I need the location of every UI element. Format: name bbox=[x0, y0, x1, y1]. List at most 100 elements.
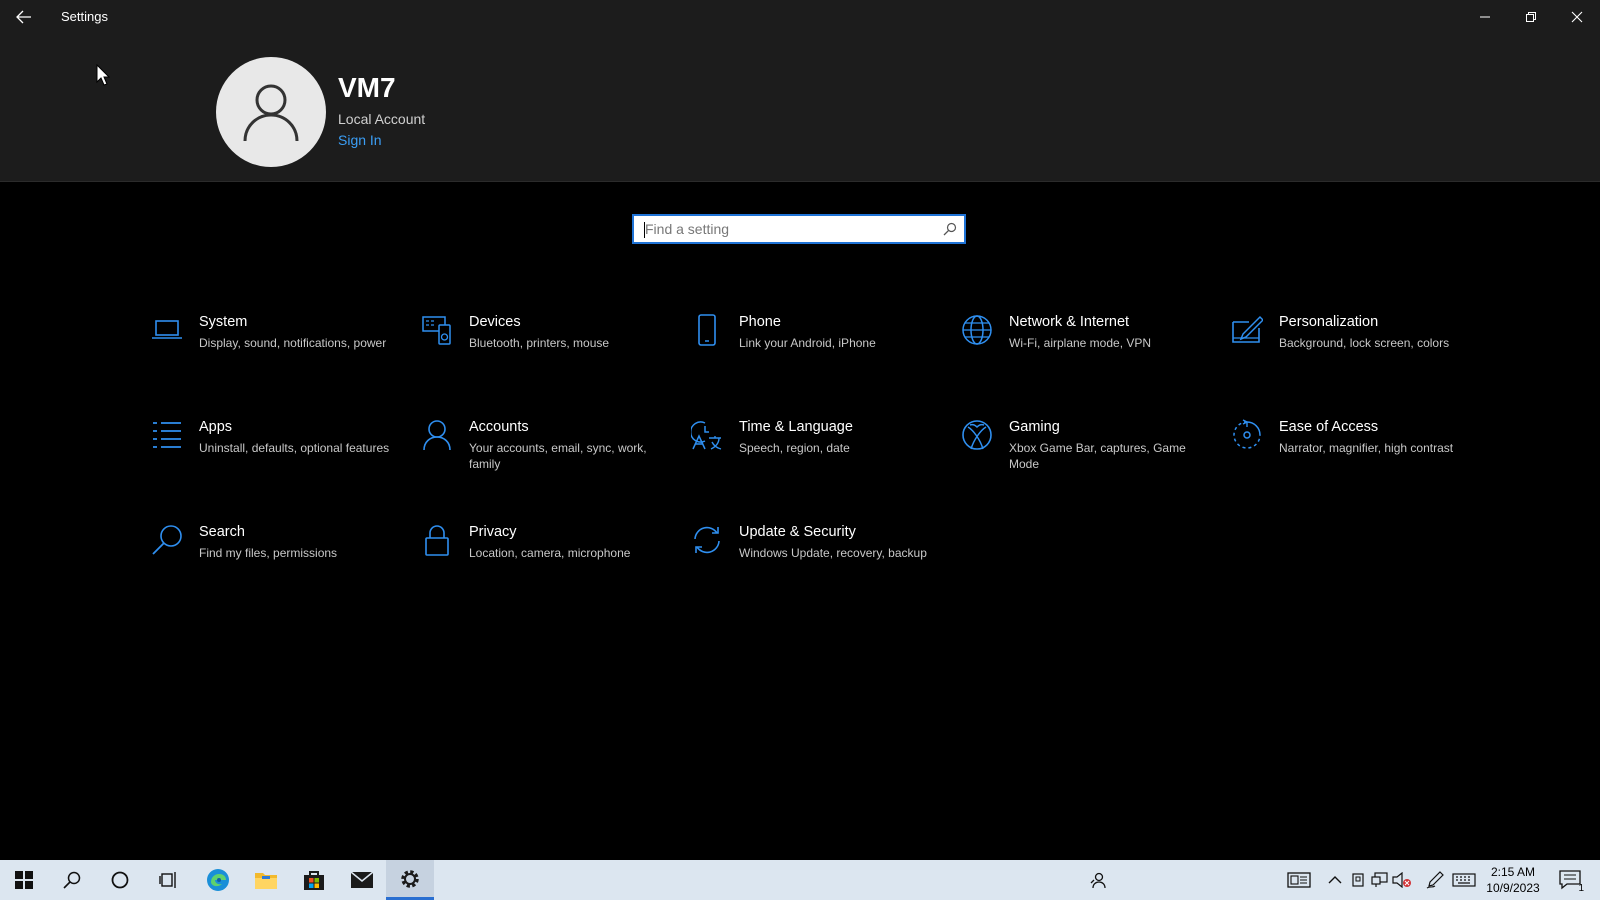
category-personalization[interactable]: Personalization Background, lock screen,… bbox=[1230, 313, 1475, 383]
lock-icon bbox=[425, 525, 449, 556]
phone-icon bbox=[698, 314, 716, 346]
category-name: Devices bbox=[469, 314, 521, 330]
category-description: Narrator, magnifier, high contrast bbox=[1279, 441, 1454, 455]
close-icon bbox=[1571, 11, 1583, 23]
volume-muted-icon bbox=[1392, 872, 1411, 888]
globe-icon bbox=[962, 315, 992, 345]
category-name: Accounts bbox=[469, 419, 529, 435]
category-description: Speech, region, date bbox=[739, 441, 850, 455]
task-view-icon bbox=[159, 872, 176, 888]
account-header: VM7 Local Account Sign In bbox=[0, 34, 1600, 182]
devices-icon bbox=[422, 316, 451, 345]
edge-taskbar-button[interactable] bbox=[194, 860, 242, 900]
search-input[interactable] bbox=[645, 221, 935, 237]
account-name: VM7 bbox=[338, 72, 396, 103]
category-name: Ease of Access bbox=[1279, 419, 1379, 435]
people-icon bbox=[1090, 872, 1106, 889]
device-tray-icon bbox=[1352, 873, 1364, 887]
folder-icon bbox=[255, 873, 277, 889]
show-hidden-icons-button[interactable] bbox=[1325, 870, 1345, 890]
search-icon bbox=[63, 871, 81, 889]
tray-device-button[interactable] bbox=[1348, 870, 1368, 890]
search-icon[interactable] bbox=[943, 222, 957, 236]
category-name: System bbox=[199, 314, 248, 330]
category-name: Network & Internet bbox=[1009, 314, 1130, 330]
category-name: Gaming bbox=[1009, 419, 1060, 435]
mouse-cursor-icon bbox=[96, 64, 110, 86]
restore-icon bbox=[1526, 12, 1536, 22]
touch-keyboard-button[interactable] bbox=[1452, 870, 1476, 890]
restore-button[interactable] bbox=[1508, 0, 1554, 34]
keyboard-icon bbox=[1452, 873, 1476, 887]
category-description: Background, lock screen, colors bbox=[1279, 336, 1450, 350]
file-explorer-taskbar-button[interactable] bbox=[242, 860, 290, 900]
close-button[interactable] bbox=[1554, 0, 1600, 34]
sign-in-link[interactable]: Sign In bbox=[338, 132, 382, 148]
people-button[interactable] bbox=[1088, 870, 1108, 890]
taskbar-clock[interactable]: 2:15 AM 10/9/2023 bbox=[1478, 864, 1548, 896]
category-system[interactable]: System Display, sound, notifications, po… bbox=[150, 313, 395, 383]
apps-list-icon bbox=[153, 422, 181, 448]
category-update-security[interactable]: Update & Security Windows Update, recove… bbox=[690, 523, 935, 593]
avatar bbox=[216, 57, 326, 167]
category-time-language[interactable]: Time & Language Speech, region, date bbox=[690, 418, 935, 488]
laptop-icon bbox=[152, 320, 182, 339]
category-description: Display, sound, notifications, power bbox=[199, 336, 387, 350]
settings-search-box[interactable] bbox=[632, 214, 966, 244]
account-type: Local Account bbox=[338, 111, 426, 127]
category-description: Windows Update, recovery, backup bbox=[739, 546, 927, 560]
mail-envelope-icon bbox=[350, 871, 374, 888]
mail-taskbar-button[interactable] bbox=[338, 860, 386, 900]
action-center-button[interactable]: 1 bbox=[1558, 870, 1584, 894]
text-caret bbox=[644, 222, 645, 238]
category-description: Uninstall, defaults, optional features bbox=[199, 441, 390, 455]
time-language-icon bbox=[691, 421, 722, 450]
windows-logo-icon bbox=[15, 871, 33, 889]
category-description: Bluetooth, printers, mouse bbox=[469, 336, 610, 350]
taskbar: 2:15 AM 10/9/2023 1 bbox=[0, 860, 1600, 900]
back-button[interactable] bbox=[10, 4, 38, 30]
pen-workspace-button[interactable] bbox=[1425, 870, 1445, 890]
category-search[interactable]: Search Find my files, permissions bbox=[150, 523, 395, 593]
category-name: Apps bbox=[199, 419, 233, 435]
category-apps[interactable]: Apps Uninstall, defaults, optional featu… bbox=[150, 418, 395, 488]
keyboard-layout-icon bbox=[1287, 872, 1311, 888]
back-arrow-icon bbox=[16, 10, 31, 24]
category-description: Find my files, permissions bbox=[199, 546, 338, 560]
category-description: Your accounts, email, sync, work, family bbox=[469, 441, 647, 471]
cortana-button[interactable] bbox=[96, 860, 144, 900]
category-description: Link your Android, iPhone bbox=[739, 336, 876, 350]
volume-tray-button[interactable] bbox=[1392, 870, 1412, 890]
gear-icon bbox=[401, 869, 419, 888]
person-icon bbox=[423, 420, 451, 451]
category-ease-of-access[interactable]: Ease of Access Narrator, magnifier, high… bbox=[1230, 418, 1475, 488]
cortana-circle-icon bbox=[111, 871, 129, 889]
taskbar-search-button[interactable] bbox=[48, 860, 96, 900]
category-privacy[interactable]: Privacy Location, camera, microphone bbox=[420, 523, 665, 593]
notification-count-badge: 1 bbox=[1578, 883, 1584, 894]
task-view-button[interactable] bbox=[144, 860, 192, 900]
clock-date: 10/9/2023 bbox=[1486, 881, 1540, 895]
settings-taskbar-button[interactable] bbox=[386, 860, 434, 900]
network-tray-button[interactable] bbox=[1370, 870, 1390, 890]
minimize-button[interactable] bbox=[1462, 0, 1508, 34]
start-button[interactable] bbox=[0, 860, 48, 900]
category-network-internet[interactable]: Network & Internet Wi-Fi, airplane mode,… bbox=[960, 313, 1205, 383]
category-phone[interactable]: Phone Link your Android, iPhone bbox=[690, 313, 935, 383]
store-taskbar-button[interactable] bbox=[290, 860, 338, 900]
category-devices[interactable]: Devices Bluetooth, printers, mouse bbox=[420, 313, 665, 383]
category-accounts[interactable]: Accounts Your accounts, email, sync, wor… bbox=[420, 418, 665, 488]
minimize-icon bbox=[1480, 16, 1490, 18]
chevron-up-icon bbox=[1328, 876, 1342, 884]
window-title: Settings bbox=[61, 9, 108, 24]
user-avatar-icon bbox=[243, 84, 299, 142]
edge-browser-icon bbox=[207, 869, 229, 891]
store-bag-icon bbox=[304, 871, 324, 890]
search-icon bbox=[152, 525, 182, 555]
xbox-icon bbox=[962, 420, 992, 450]
touch-keyboard-tray-button[interactable] bbox=[1286, 870, 1312, 890]
category-name: Personalization bbox=[1279, 314, 1379, 330]
category-name: Privacy bbox=[469, 524, 517, 540]
ease-of-access-icon bbox=[1233, 419, 1261, 449]
category-gaming[interactable]: Gaming Xbox Game Bar, captures, Game Mod… bbox=[960, 418, 1205, 488]
